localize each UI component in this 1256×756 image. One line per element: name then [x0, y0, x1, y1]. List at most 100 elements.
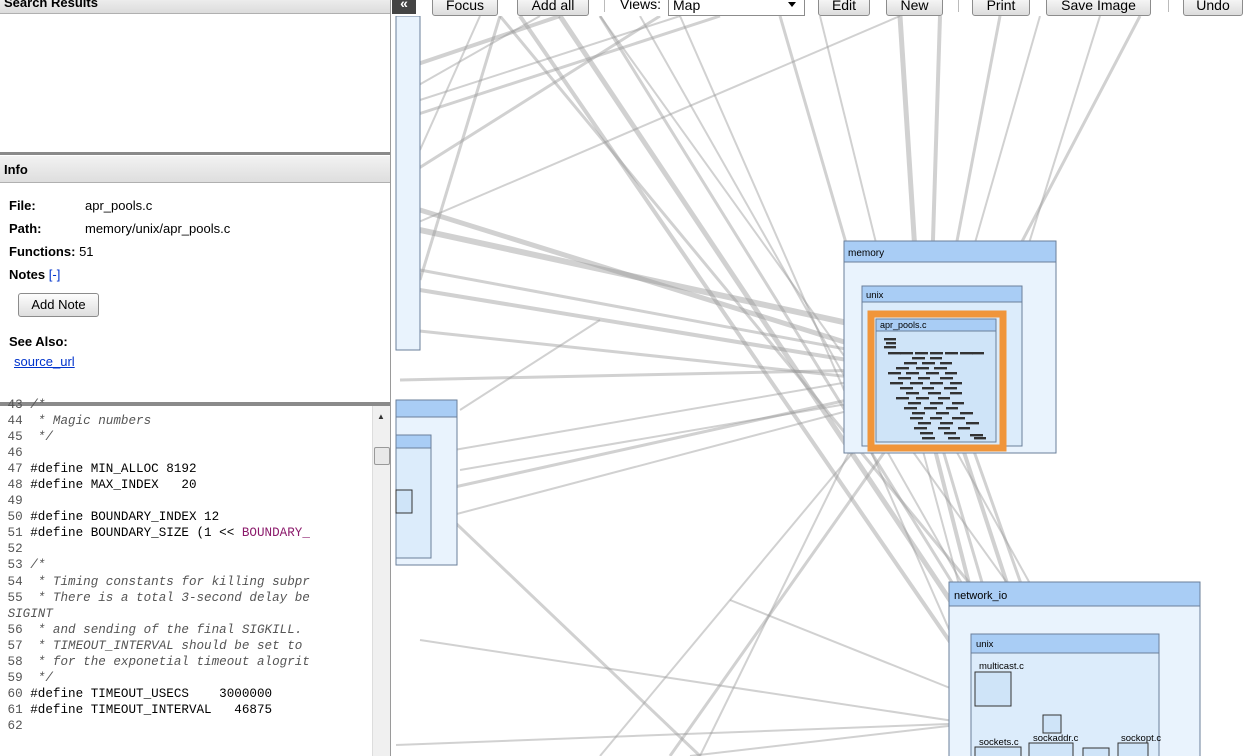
function-mark[interactable] [952, 417, 965, 420]
function-mark[interactable] [944, 387, 957, 390]
code-line-number: 44 [0, 414, 31, 429]
function-mark[interactable] [890, 382, 903, 385]
function-mark[interactable] [888, 372, 901, 375]
function-mark[interactable] [966, 422, 979, 425]
code-line-text: /* [30, 398, 46, 412]
function-mark[interactable] [950, 392, 962, 395]
function-mark[interactable] [920, 432, 933, 435]
scrollbar-thumb[interactable] [374, 447, 390, 465]
function-mark[interactable] [896, 367, 909, 370]
functions-label: Functions: [9, 244, 76, 259]
function-mark[interactable] [938, 397, 950, 400]
code-line-text: * TIMEOUT_INTERVAL should be set to [30, 638, 303, 653]
function-mark[interactable] [916, 397, 929, 400]
function-mark[interactable] [906, 372, 919, 375]
edit-button[interactable]: Edit [818, 0, 870, 16]
function-mark[interactable] [918, 422, 931, 425]
function-mark[interactable] [896, 397, 909, 400]
file-box-sockaddr[interactable] [1028, 742, 1074, 756]
function-mark[interactable] [910, 417, 923, 420]
panel-splitter[interactable] [0, 152, 390, 155]
code-line-number: 51 [0, 526, 31, 541]
notes-toggle-link[interactable]: [-] [49, 267, 61, 282]
save-image-button[interactable]: Save Image [1046, 0, 1151, 16]
function-mark[interactable] [900, 387, 913, 390]
function-mark[interactable] [938, 427, 950, 430]
file-box-left[interactable] [395, 489, 413, 514]
function-mark[interactable] [930, 402, 943, 405]
function-mark[interactable] [904, 407, 917, 410]
dependency-edge [419, 207, 871, 353]
function-mark[interactable] [884, 338, 896, 341]
function-mark[interactable] [950, 382, 962, 385]
function-mark[interactable] [908, 402, 921, 405]
print-button[interactable]: Print [972, 0, 1030, 16]
function-mark[interactable] [918, 377, 930, 380]
function-mark[interactable] [960, 412, 973, 415]
scroll-up-arrow-icon[interactable]: ▲ [377, 412, 385, 421]
function-mark[interactable] [930, 417, 942, 420]
function-mark[interactable] [922, 387, 934, 390]
function-mark[interactable] [936, 412, 949, 415]
file-box-other[interactable] [1082, 747, 1110, 756]
function-mark[interactable] [946, 407, 958, 410]
function-mark[interactable] [945, 352, 958, 355]
new-button[interactable]: New [886, 0, 943, 16]
function-mark[interactable] [926, 372, 939, 375]
function-mark[interactable] [945, 372, 957, 375]
function-mark[interactable] [924, 407, 937, 410]
code-line-number: 59 [0, 670, 31, 685]
function-mark[interactable] [900, 352, 913, 355]
function-mark[interactable] [922, 362, 935, 365]
file-box-sockets[interactable] [974, 746, 1022, 756]
function-mark[interactable] [944, 432, 956, 435]
function-mark[interactable] [970, 434, 983, 437]
folder-header-network-unix [970, 633, 1160, 654]
code-scrollbar[interactable]: ▲ [372, 406, 390, 756]
function-mark[interactable] [922, 437, 935, 440]
code-line-number: 46 [0, 446, 31, 461]
function-mark[interactable] [916, 367, 929, 370]
function-mark[interactable] [948, 437, 960, 440]
add-all-button[interactable]: Add all [517, 0, 589, 16]
focus-button[interactable]: Focus [432, 0, 498, 16]
function-mark[interactable] [958, 427, 970, 430]
function-mark[interactable] [940, 377, 953, 380]
add-note-button[interactable]: Add Note [18, 293, 99, 317]
function-mark[interactable] [928, 392, 941, 395]
function-mark[interactable] [898, 377, 911, 380]
function-mark[interactable] [910, 382, 923, 385]
function-mark[interactable] [906, 392, 919, 395]
function-mark[interactable] [974, 437, 986, 440]
views-select[interactable]: Map [668, 0, 805, 16]
function-mark[interactable] [940, 422, 953, 425]
function-mark[interactable] [940, 362, 952, 365]
code-line-number: 52 [0, 542, 31, 557]
file-box-small[interactable] [1042, 714, 1062, 734]
function-mark[interactable] [930, 357, 942, 360]
module-box-left-upper[interactable] [395, 16, 421, 351]
code-line: 43 /* [0, 397, 372, 413]
function-mark[interactable] [960, 352, 973, 355]
function-mark[interactable] [930, 382, 943, 385]
source-url-link[interactable]: source_url [14, 354, 75, 369]
function-mark[interactable] [912, 412, 925, 415]
undo-button[interactable]: Undo [1183, 0, 1243, 16]
function-mark[interactable] [972, 352, 984, 355]
function-mark[interactable] [904, 362, 917, 365]
function-mark[interactable] [934, 367, 947, 370]
function-mark[interactable] [884, 346, 896, 349]
collapse-panel-button[interactable]: « [392, 0, 416, 14]
file-box-sockopt[interactable] [1117, 742, 1149, 756]
file-box-multicast[interactable] [974, 671, 1012, 707]
function-mark[interactable] [915, 352, 928, 355]
code-map-canvas[interactable]: memory unix apr_pools.c network_io unix … [392, 16, 1256, 756]
function-mark[interactable] [914, 427, 927, 430]
code-line: 48 #define MAX_INDEX 20 [0, 477, 372, 493]
function-mark[interactable] [912, 357, 925, 360]
function-mark[interactable] [888, 352, 901, 355]
function-mark[interactable] [886, 342, 896, 345]
function-mark[interactable] [930, 352, 943, 355]
function-mark[interactable] [952, 402, 964, 405]
dependency-edge [399, 16, 661, 182]
